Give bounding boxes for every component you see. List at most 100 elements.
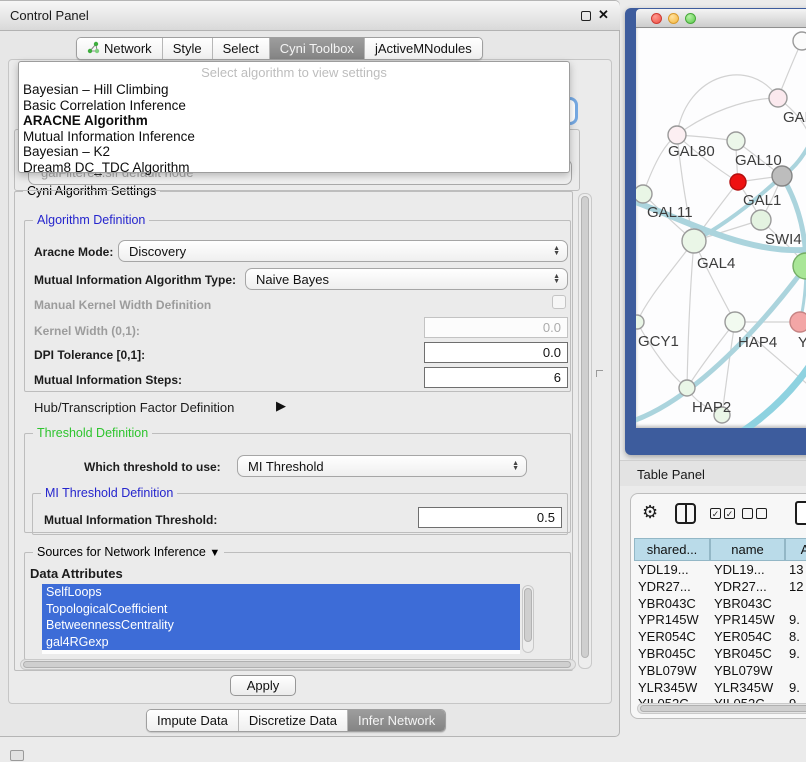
tab-impute-data[interactable]: Impute Data bbox=[147, 710, 239, 731]
columns-icon[interactable] bbox=[675, 503, 696, 524]
table-row[interactable]: YBR043CYBR043C bbox=[632, 596, 806, 613]
tab-network[interactable]: Network bbox=[77, 38, 163, 59]
algorithm-definition-title: Algorithm Definition bbox=[33, 213, 149, 227]
network-window-titlebar[interactable] bbox=[636, 9, 806, 28]
attributes-scrollbar[interactable] bbox=[522, 585, 534, 653]
network-node[interactable] bbox=[636, 185, 652, 203]
network-node[interactable] bbox=[682, 229, 706, 253]
gear-icon[interactable]: ⚙ bbox=[642, 502, 658, 523]
select-all-icon[interactable]: ✓ ✓ bbox=[710, 508, 735, 519]
table-row[interactable]: YLR345WYLR345W9. bbox=[632, 680, 806, 697]
network-edge bbox=[735, 322, 806, 388]
network-node[interactable] bbox=[636, 315, 644, 329]
tab-label: Select bbox=[223, 41, 259, 56]
algorithm-option[interactable]: Bayesian – Hill Climbing bbox=[23, 82, 563, 98]
mi-threshold-field[interactable]: 0.5 bbox=[418, 507, 562, 528]
close-traffic-light-icon[interactable] bbox=[651, 13, 662, 24]
table-row[interactable]: YDL19...YDL19...13 bbox=[632, 562, 806, 579]
network-edge bbox=[687, 241, 694, 388]
tab-select[interactable]: Select bbox=[213, 38, 270, 59]
collapsed-panel-icon[interactable] bbox=[10, 750, 24, 761]
dpi-tolerance-field[interactable]: 0.0 bbox=[424, 342, 568, 363]
mi-type-combo[interactable]: Naive Bayes ▲▼ bbox=[245, 268, 568, 290]
collapse-arrow-icon[interactable]: ▼ bbox=[209, 547, 220, 559]
deselect-all-icon[interactable] bbox=[742, 508, 767, 519]
tab-style[interactable]: Style bbox=[163, 38, 213, 59]
algorithm-option[interactable]: Bayesian – K2 bbox=[23, 144, 563, 160]
table-row[interactable]: YBL079WYBL079W bbox=[632, 663, 806, 680]
table-row[interactable]: YER054CYER054C8. bbox=[632, 629, 806, 646]
network-canvas[interactable]: GALGAL80GAL10GAL1GAL11SWI4GAL4GCY1HAP4YH… bbox=[636, 28, 806, 428]
settings-vscrollbar-thumb[interactable] bbox=[581, 196, 589, 658]
tab-jactivemnodules[interactable]: jActiveMNodules bbox=[365, 38, 482, 59]
sources-group-title: Sources for Network Inference ▼ bbox=[33, 545, 224, 559]
network-window: GALGAL80GAL10GAL1GAL11SWI4GAL4GCY1HAP4YH… bbox=[625, 8, 806, 455]
network-node[interactable] bbox=[668, 126, 686, 144]
node-label: HAP4 bbox=[738, 334, 777, 351]
kernel-width-field[interactable]: 0.0 bbox=[424, 317, 568, 338]
expand-arrow-icon[interactable]: ▶ bbox=[276, 398, 286, 414]
network-node[interactable] bbox=[772, 166, 792, 186]
table-cell: YLR345W bbox=[714, 680, 785, 695]
hub-definition-label[interactable]: Hub/Transcription Factor Definition bbox=[34, 400, 234, 415]
algorithm-option[interactable]: Basic Correlation Inference bbox=[23, 98, 563, 114]
manual-kernel-checkbox[interactable] bbox=[552, 295, 566, 309]
table-cell: 9. bbox=[789, 612, 806, 627]
network-node[interactable] bbox=[793, 32, 806, 50]
checked-box-icon: ✓ bbox=[724, 508, 735, 519]
tab-discretize-data[interactable]: Discretize Data bbox=[239, 710, 348, 731]
table-cell: YER054C bbox=[638, 629, 710, 644]
manual-kernel-label: Manual Kernel Width Definition bbox=[34, 298, 211, 312]
data-attributes-list: SelfLoopsTopologicalCoefficientBetweenne… bbox=[42, 584, 520, 654]
minimize-traffic-light-icon[interactable] bbox=[668, 13, 679, 24]
network-node[interactable] bbox=[679, 380, 695, 396]
algorithm-option[interactable]: ARACNE Algorithm bbox=[23, 113, 563, 129]
network-node[interactable] bbox=[769, 89, 787, 107]
attribute-item[interactable]: SelfLoops bbox=[42, 584, 520, 601]
close-icon[interactable]: ✕ bbox=[598, 7, 609, 23]
network-edge bbox=[637, 241, 694, 322]
which-threshold-combo[interactable]: MI Threshold ▲▼ bbox=[237, 455, 527, 477]
network-node[interactable] bbox=[790, 312, 806, 332]
attribute-item[interactable]: gal4RGexp bbox=[42, 634, 520, 651]
zoom-traffic-light-icon[interactable] bbox=[685, 13, 696, 24]
network-node[interactable] bbox=[727, 132, 745, 150]
column-header-2[interactable]: name bbox=[710, 538, 785, 561]
table-row[interactable]: YDR27...YDR27...12 bbox=[632, 579, 806, 596]
network-node[interactable] bbox=[751, 210, 771, 230]
aracne-mode-label: Aracne Mode: bbox=[34, 245, 113, 259]
column-header-1[interactable]: shared... bbox=[634, 538, 710, 561]
algorithm-option[interactable]: Dream8 DC_TDC Algorithm bbox=[23, 160, 563, 176]
mi-steps-field[interactable]: 6 bbox=[424, 367, 568, 388]
aracne-mode-combo[interactable]: Discovery ▲▼ bbox=[118, 240, 568, 262]
algorithm-option[interactable]: Mutual Information Inference bbox=[23, 129, 563, 145]
tab-label: Style bbox=[173, 41, 202, 56]
network-node[interactable] bbox=[730, 174, 746, 190]
attribute-item[interactable]: TopologicalCoefficient bbox=[42, 601, 520, 618]
settings-vscrollbar[interactable] bbox=[578, 193, 592, 669]
network-node[interactable] bbox=[793, 253, 806, 279]
tab-label: Cyni Toolbox bbox=[280, 41, 354, 56]
network-node[interactable] bbox=[725, 312, 745, 332]
table-cell: YPR145W bbox=[714, 612, 785, 627]
splitter-handle[interactable] bbox=[596, 370, 603, 377]
table-cell: YDL19... bbox=[638, 562, 710, 577]
table-row[interactable]: YBR045CYBR045C9. bbox=[632, 646, 806, 663]
table-cell: YER054C bbox=[714, 629, 785, 644]
table-hscrollbar-thumb[interactable] bbox=[640, 705, 806, 712]
new-table-icon[interactable] bbox=[795, 501, 806, 525]
column-header-3[interactable]: A bbox=[785, 538, 806, 561]
tab-cyni-toolbox[interactable]: Cyni Toolbox bbox=[270, 38, 365, 59]
apply-button[interactable]: Apply bbox=[230, 675, 296, 696]
table-cell: YDR27... bbox=[638, 579, 710, 594]
algorithm-dropdown: Select algorithm to view settings Bayesi… bbox=[18, 61, 570, 173]
attribute-item[interactable]: BetweennessCentrality bbox=[42, 617, 520, 634]
algorithm-dropdown-prompt: Select algorithm to view settings bbox=[19, 65, 569, 80]
table-row[interactable]: YPR145WYPR145W9. bbox=[632, 612, 806, 629]
tab-infer-network[interactable]: Infer Network bbox=[348, 710, 445, 731]
settings-hscrollbar[interactable] bbox=[20, 659, 576, 670]
attributes-scrollbar-thumb[interactable] bbox=[524, 588, 532, 642]
settings-hscrollbar-thumb[interactable] bbox=[23, 661, 571, 668]
table-hscrollbar[interactable] bbox=[637, 703, 806, 714]
float-window-icon[interactable] bbox=[581, 11, 591, 21]
